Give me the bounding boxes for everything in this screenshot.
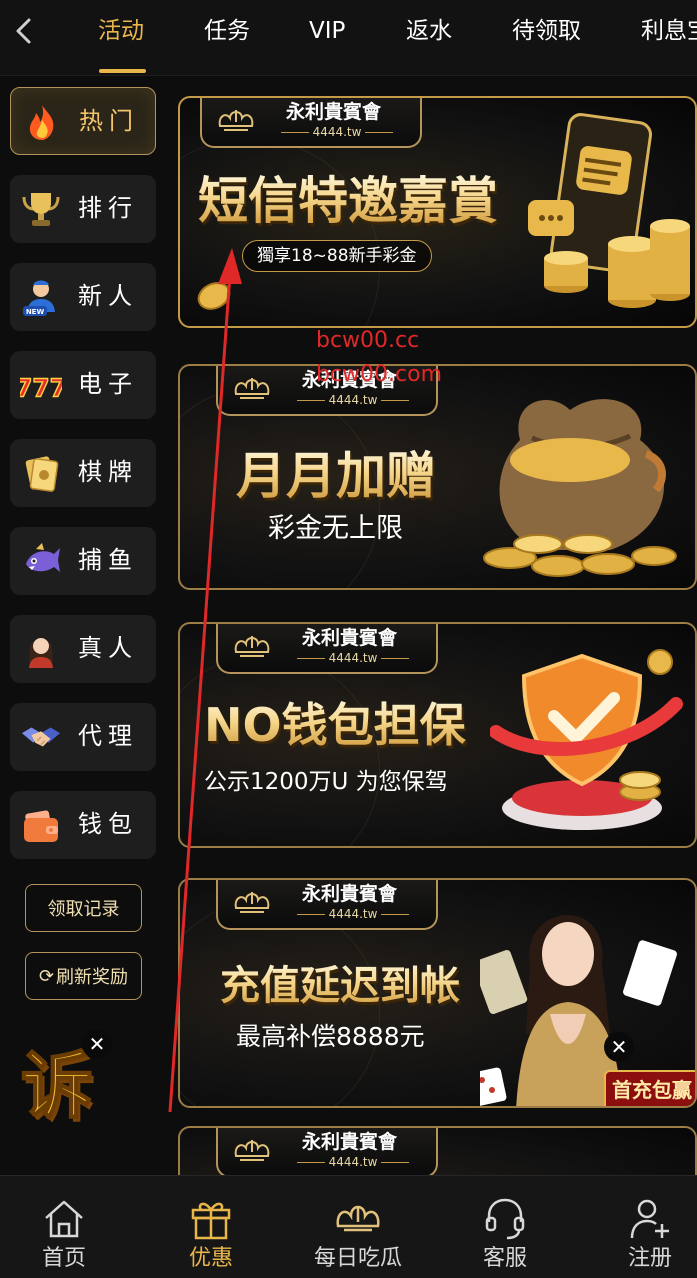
trophy-icon: [20, 188, 62, 230]
sidebar-item-label: 代理: [78, 722, 138, 750]
promo-banner[interactable]: 永利貴賓會 4444.tw NO钱包担保 公示1200万U 为您保驾: [178, 622, 697, 848]
sidebar-item-label: 新人: [78, 282, 138, 310]
handshake-icon: [20, 716, 62, 758]
promo-banner[interactable]: 永利貴賓會 4444.tw 充值延迟到帐 最高补偿8888元 首充包赢 ✕: [178, 878, 697, 1108]
cards-icon: [20, 452, 62, 494]
brand-url: 4444.tw: [278, 1155, 428, 1169]
sidebar-item-label: 热门: [79, 107, 139, 135]
slot-777-icon: 777: [20, 364, 62, 406]
close-banner-popup-button[interactable]: ✕: [604, 1032, 634, 1062]
bottom-nav-home[interactable]: 首页: [14, 1176, 114, 1278]
sidebar-item-wallet[interactable]: 钱包: [10, 791, 156, 859]
gift-icon: [191, 1202, 231, 1240]
brand-url: 4444.tw: [262, 125, 412, 139]
headset-icon: [485, 1198, 525, 1240]
bottom-nav: 首页 优惠 每日吃瓜 客服 注册: [0, 1175, 697, 1278]
sidebar-item-newcomer[interactable]: NEW 新人: [10, 263, 156, 331]
sidebar-item-label: 钱包: [78, 810, 138, 838]
add-user-icon: [630, 1199, 669, 1239]
brand-name: 永利貴賓會: [302, 883, 398, 905]
banner-subline: 最高补偿8888元: [236, 1022, 425, 1051]
svg-text:777: 777: [20, 373, 62, 402]
first-deposit-tag-label: 首充包赢: [612, 1078, 692, 1102]
top-nav: 活动 任务 VIP 返水 待领取 利息宝: [0, 0, 697, 76]
live-dealer-icon: [20, 628, 62, 670]
banner-headline: 充值延迟到帐: [220, 958, 460, 1014]
close-complaint-button[interactable]: ✕: [82, 1029, 112, 1059]
crown-logo-icon: [234, 1140, 270, 1161]
sidebar-item-slots[interactable]: 777 电子: [10, 351, 156, 419]
bottom-nav-register[interactable]: 注册: [600, 1176, 697, 1278]
sidebar-item-label: 棋牌: [78, 458, 138, 486]
sidebar-item-label: 排行: [78, 194, 138, 222]
sidebar-item-label: 电子: [78, 370, 138, 398]
sidebar-item-agent[interactable]: 代理: [10, 703, 156, 771]
back-arrow-icon[interactable]: [10, 14, 38, 48]
sidebar-item-hot[interactable]: 热门: [10, 87, 156, 155]
tab-tasks[interactable]: 任务: [204, 14, 250, 48]
banner-subline: 獨享18~88新手彩金: [242, 240, 432, 272]
bottom-nav-label: 首页: [41, 1246, 86, 1271]
first-deposit-tag: 首充包赢: [604, 1070, 695, 1106]
tab-pending-claim[interactable]: 待领取: [512, 14, 581, 48]
sidebar-item-live[interactable]: 真人: [10, 615, 156, 683]
home-icon: [45, 1200, 83, 1238]
brand-name: 永利貴賓會: [286, 101, 382, 123]
tab-vip[interactable]: VIP: [309, 14, 345, 48]
shield-guarantee-illustration: [490, 649, 683, 830]
promo-banner[interactable]: 永利貴賓會 4444.tw 短信特邀嘉賞 獨享18~88新手彩金: [178, 96, 697, 328]
svg-text:NEW: NEW: [26, 308, 45, 316]
bottom-nav-label: 每日吃瓜: [313, 1246, 402, 1271]
phone-coins-illustration: [528, 113, 690, 308]
tab-activities[interactable]: 活动: [98, 14, 144, 48]
brand-url: 4444.tw: [278, 651, 428, 665]
bottom-nav-daily-gossip[interactable]: 每日吃瓜: [308, 1176, 408, 1278]
brand-name: 永利貴賓會: [302, 627, 398, 649]
sidebar-item-board-games[interactable]: 棋牌: [10, 439, 156, 507]
claim-record-button[interactable]: 领取记录: [25, 884, 142, 932]
bottom-nav-label: 优惠: [188, 1246, 233, 1271]
crown-logo-icon: [218, 110, 254, 131]
money-bag-illustration: [483, 399, 677, 577]
new-user-icon: NEW: [20, 276, 62, 318]
promo-banner[interactable]: 永利貴賓會 4444.tw 月月加赠 彩金无上限: [178, 364, 697, 590]
refresh-reward-label: 刷新奖励: [56, 967, 129, 988]
sidebar-item-ranking[interactable]: 排行: [10, 175, 156, 243]
sidebar-item-fishing[interactable]: 捕鱼: [10, 527, 156, 595]
fish-icon: [20, 540, 62, 582]
crown-logo-icon: [336, 1205, 380, 1232]
watermark-text: bcw00.cc: [316, 328, 420, 353]
bottom-nav-label: 客服: [482, 1246, 527, 1271]
brand-url: 4444.tw: [278, 393, 428, 407]
brand-name: 永利貴賓會: [302, 1131, 398, 1153]
claim-record-label: 领取记录: [47, 899, 120, 920]
banner-headline: 月月加赠: [236, 444, 436, 508]
sidebar-item-label: 捕鱼: [78, 546, 138, 574]
tab-rebate[interactable]: 返水: [406, 14, 452, 48]
refresh-icon: ⟳: [38, 965, 55, 987]
sidebar-item-label: 真人: [78, 634, 138, 662]
brand-tab: 永利貴賓會 4444.tw: [200, 98, 422, 148]
tab-interest[interactable]: 利息宝: [641, 14, 697, 48]
brand-tab: 永利貴賓會 4444.tw: [216, 1128, 438, 1178]
bottom-nav-customer-service[interactable]: 客服: [455, 1176, 555, 1278]
annotation-arrow: [168, 248, 242, 1113]
active-tab-indicator: [99, 69, 146, 73]
banner-subline: 彩金无上限: [268, 513, 403, 544]
watermark-text: bcw00.com: [316, 362, 443, 387]
bottom-nav-promotions[interactable]: 优惠: [161, 1176, 261, 1278]
fire-icon: [21, 101, 63, 143]
refresh-reward-button[interactable]: ⟳ 刷新奖励: [25, 952, 142, 1000]
bottom-nav-label: 注册: [627, 1246, 672, 1271]
wallet-icon: [20, 804, 62, 846]
brand-url: 4444.tw: [278, 907, 428, 921]
banner-headline: 短信特邀嘉賞: [198, 172, 498, 230]
